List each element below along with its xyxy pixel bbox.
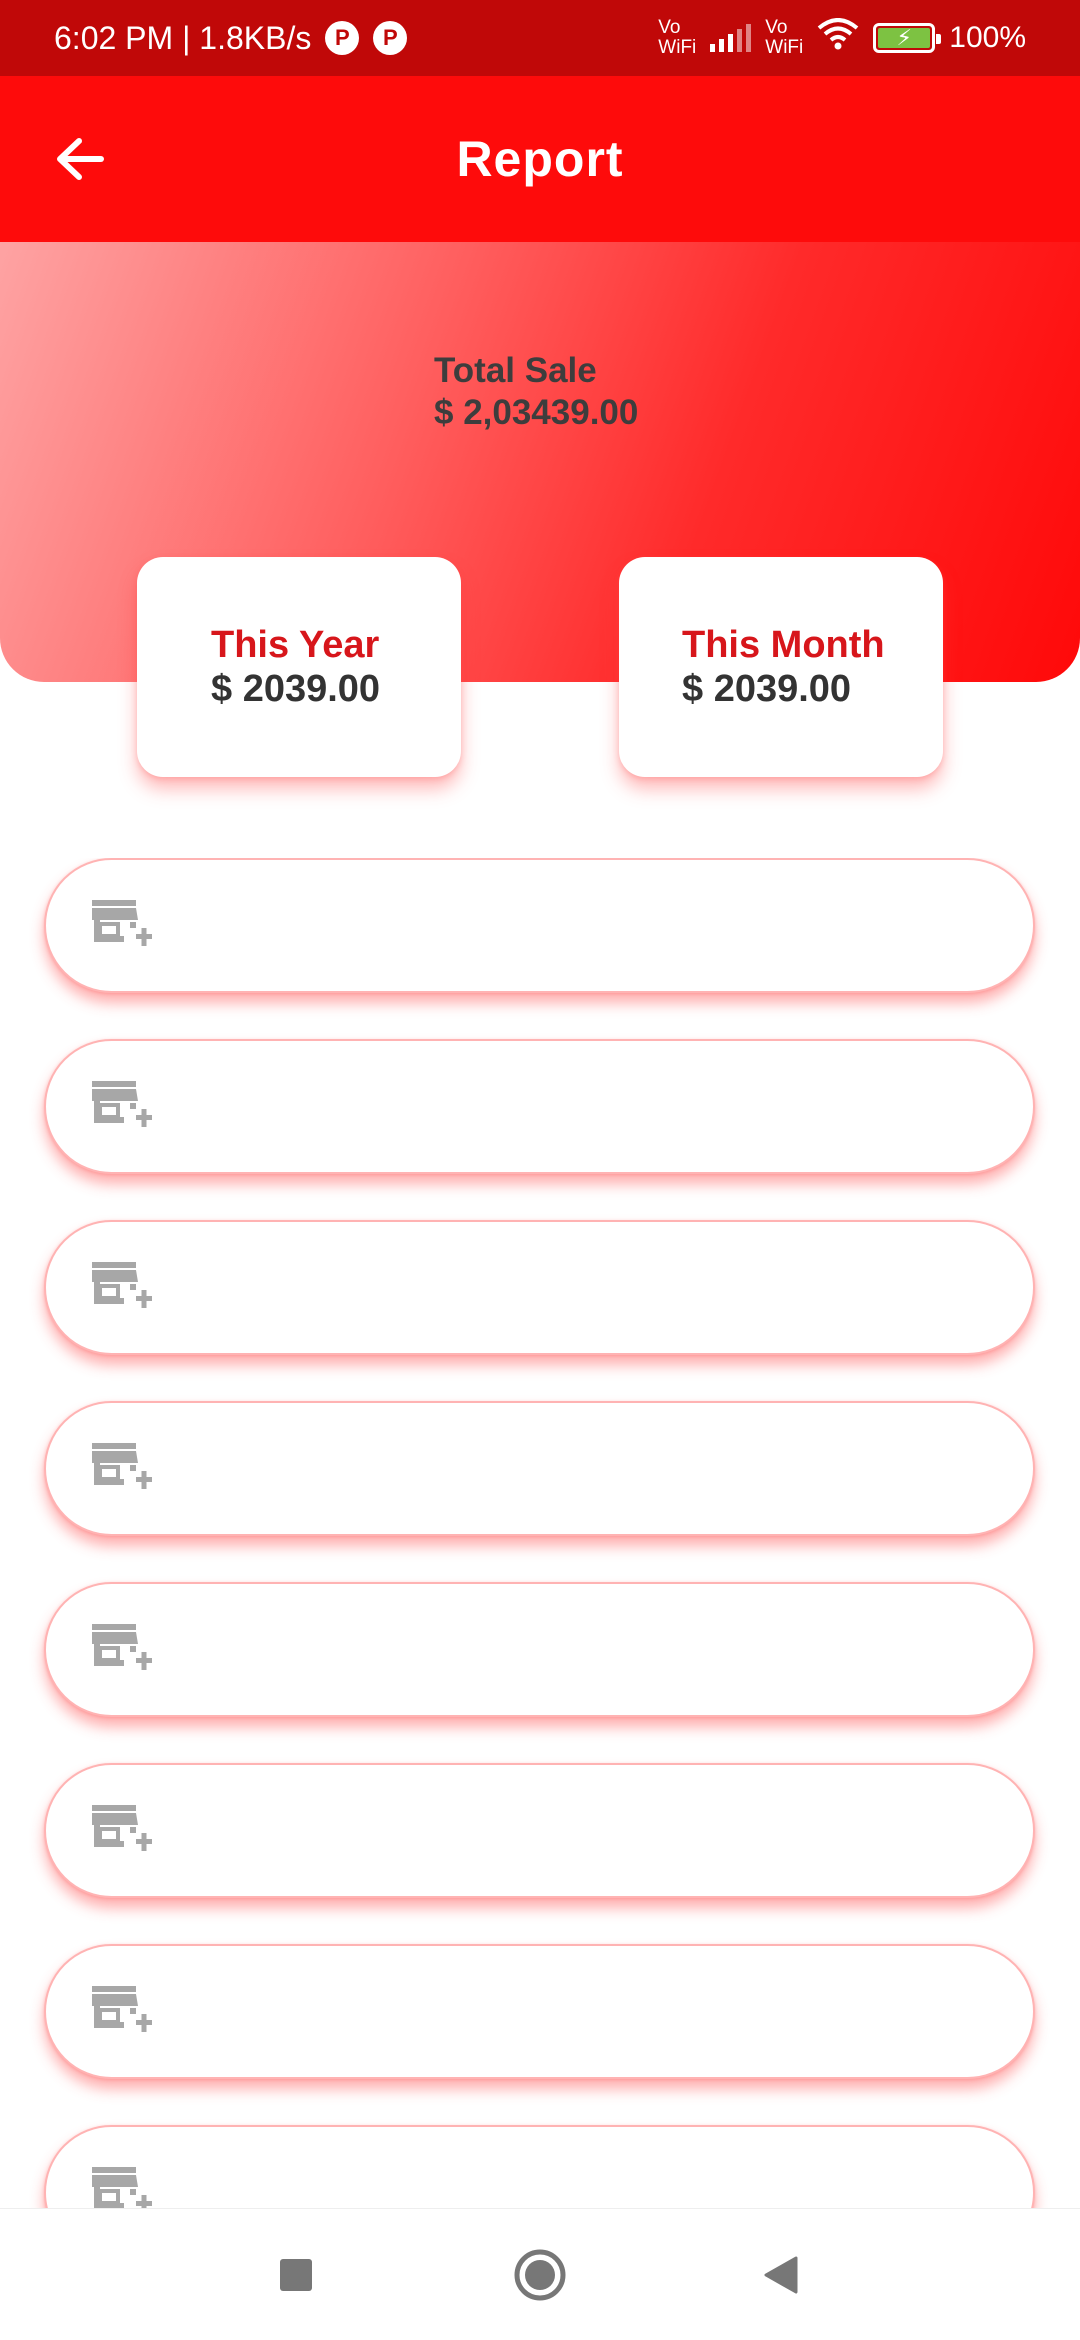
app-bar: Report — [0, 76, 1080, 242]
list-item[interactable] — [44, 1220, 1035, 1355]
system-nav-bar — [0, 2208, 1080, 2340]
store-add-icon — [92, 1080, 152, 1127]
recents-button[interactable] — [261, 2240, 331, 2310]
battery-percent: 100% — [949, 21, 1026, 54]
store-add-icon — [92, 1985, 152, 2032]
store-list[interactable] — [0, 858, 1080, 2208]
store-add-icon — [92, 2166, 152, 2208]
store-add-icon — [92, 899, 152, 946]
status-bar: 6:02 PM | 1.8KB/s P P Vo WiFi Vo WiFi ⚡ 10… — [0, 0, 1080, 76]
status-right: Vo WiFi Vo WiFi ⚡ 100% — [658, 18, 1026, 58]
list-item[interactable] — [44, 1582, 1035, 1717]
notification-app-icon-2: P — [373, 21, 408, 55]
this-year-label: This Year — [211, 624, 380, 666]
list-item[interactable] — [44, 1039, 1035, 1174]
signal-icon — [710, 24, 752, 52]
list-item[interactable] — [44, 1763, 1035, 1898]
list-item[interactable] — [44, 2125, 1035, 2208]
this-month-card[interactable]: This Month $ 2039.00 — [619, 557, 943, 777]
arrow-left-icon — [57, 138, 104, 180]
list-item[interactable] — [44, 1944, 1035, 2079]
total-sale-value: $ 2,03439.00 — [434, 393, 639, 432]
store-add-icon — [92, 1442, 152, 1489]
store-add-icon — [92, 1261, 152, 1308]
page-title: Report — [456, 131, 624, 187]
this-year-card[interactable]: This Year $ 2039.00 — [137, 557, 461, 777]
this-year-value: $ 2039.00 — [211, 668, 381, 710]
notification-app-icon: P — [325, 21, 360, 55]
list-item[interactable] — [44, 858, 1035, 993]
status-time-speed: 6:02 PM | 1.8KB/s — [54, 19, 312, 56]
triangle-back-icon — [764, 2256, 798, 2293]
circle-home-icon — [514, 2249, 566, 2300]
this-month-value: $ 2039.00 — [682, 668, 852, 710]
list-item[interactable] — [44, 1401, 1035, 1536]
status-left: 6:02 PM | 1.8KB/s P P — [54, 19, 408, 57]
square-icon — [280, 2258, 312, 2291]
battery-icon: ⚡ — [873, 23, 942, 53]
store-add-icon — [92, 1623, 152, 1670]
total-sale-label: Total Sale — [434, 351, 597, 390]
vowifi-icon: Vo WiFi — [658, 17, 697, 58]
nav-back-button[interactable] — [746, 2240, 816, 2310]
home-button[interactable] — [505, 2240, 575, 2310]
battery-charging-icon: ⚡ — [896, 25, 912, 50]
total-sale: Total Sale $ 2,03439.00 — [434, 350, 638, 434]
this-month-label: This Month — [682, 624, 885, 666]
wifi-icon — [817, 18, 859, 58]
back-button[interactable] — [48, 127, 112, 191]
vowifi-icon-2: Vo WiFi — [765, 17, 804, 58]
store-add-icon — [92, 1804, 152, 1851]
